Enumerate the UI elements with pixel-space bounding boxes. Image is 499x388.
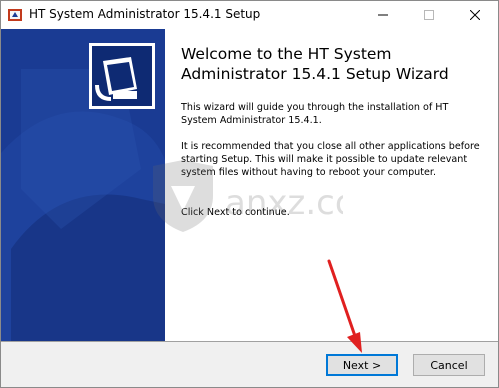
- setup-window: HT System Administrator 15.4.1 Setup Wel…: [0, 0, 499, 388]
- welcome-heading: Welcome to the HT System Administrator 1…: [181, 45, 449, 83]
- maximize-icon: [424, 10, 434, 20]
- close-button[interactable]: [452, 1, 498, 29]
- wizard-content: Welcome to the HT System Administrator 1…: [165, 29, 498, 341]
- installer-app-icon: [8, 9, 22, 21]
- continue-hint-text: Click Next to continue.: [181, 207, 290, 218]
- button-bar: Next > Cancel: [1, 342, 498, 387]
- window-title: HT System Administrator 15.4.1 Setup: [29, 7, 261, 21]
- next-button[interactable]: Next >: [326, 354, 398, 376]
- wizard-sidebar-banner: [1, 29, 165, 341]
- sidebar-artwork: [1, 29, 165, 341]
- title-bar[interactable]: HT System Administrator 15.4.1 Setup: [1, 1, 498, 29]
- recommendation-text: It is recommended that you close all oth…: [181, 141, 480, 178]
- cancel-button[interactable]: Cancel: [413, 354, 485, 376]
- close-icon: [470, 10, 480, 20]
- setup-computer-icon: [89, 43, 155, 109]
- minimize-icon: [378, 14, 388, 16]
- intro-text: This wizard will guide you through the i…: [181, 102, 449, 126]
- minimize-button[interactable]: [360, 1, 406, 29]
- maximize-button[interactable]: [406, 1, 452, 29]
